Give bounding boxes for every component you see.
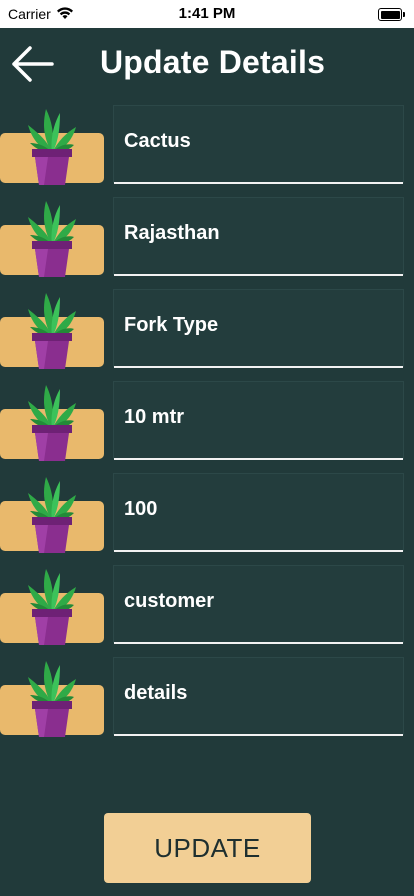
field-underline: [114, 458, 403, 460]
plant-icon: [0, 565, 104, 645]
field-underline: [114, 550, 403, 552]
field-value: details: [124, 682, 188, 704]
text-field[interactable]: Fork Type: [113, 289, 404, 368]
text-field[interactable]: Rajasthan: [113, 197, 404, 276]
field-value: 100: [124, 498, 158, 520]
status-bar: Carrier 1:41 PM: [0, 0, 414, 28]
header: Update Details: [0, 28, 414, 98]
field-underline: [114, 642, 403, 644]
field-row: 100: [0, 471, 414, 563]
back-button[interactable]: [8, 40, 56, 88]
plant-icon: [0, 105, 104, 185]
plant-icon: [0, 473, 104, 553]
field-row: Fork Type: [0, 287, 414, 379]
field-value: Rajasthan: [124, 222, 220, 244]
field-underline: [114, 274, 403, 276]
field-row: Rajasthan: [0, 195, 414, 287]
field-underline: [114, 734, 403, 736]
form-fields: Cactus Rajasthan Fork Type 10 mtr 100 cu…: [0, 103, 414, 747]
status-time: 1:41 PM: [178, 5, 236, 22]
field-value: 10 mtr: [124, 406, 185, 428]
text-field[interactable]: 10 mtr: [113, 381, 404, 460]
battery-icon: [378, 8, 405, 21]
plant-icon: [0, 197, 104, 277]
field-row: 10 mtr: [0, 379, 414, 471]
plant-icon: [0, 657, 104, 737]
plant-icon: [0, 381, 104, 461]
field-value: Cactus: [124, 130, 191, 152]
text-field[interactable]: customer: [113, 565, 404, 644]
field-value: Fork Type: [124, 314, 219, 336]
field-underline: [114, 182, 403, 184]
field-row: details: [0, 655, 414, 747]
plant-icon: [0, 289, 104, 369]
page-title: Update Details: [100, 44, 326, 80]
text-field[interactable]: 100: [113, 473, 404, 552]
field-row: Cactus: [0, 103, 414, 195]
field-row: customer: [0, 563, 414, 655]
field-underline: [114, 366, 403, 368]
update-button[interactable]: UPDATE: [104, 813, 311, 883]
arrow-left-icon: [12, 46, 54, 82]
field-value: customer: [124, 590, 215, 612]
text-field[interactable]: Cactus: [113, 105, 404, 184]
text-field[interactable]: details: [113, 657, 404, 736]
